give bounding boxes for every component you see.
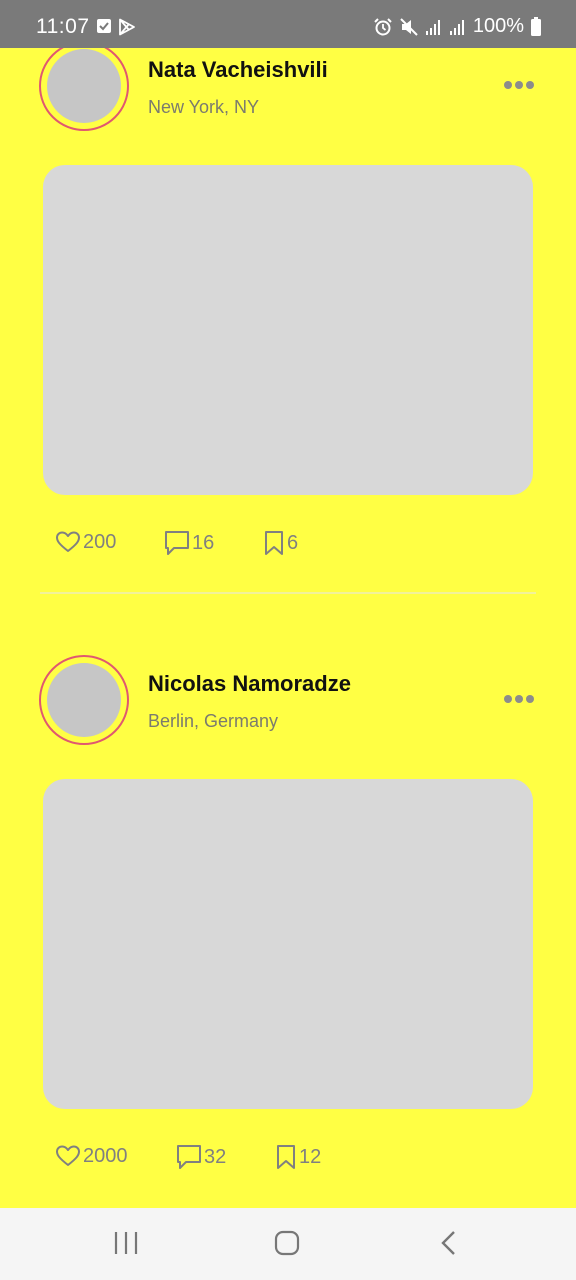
recent-apps-icon xyxy=(114,1232,138,1254)
bookmark-button[interactable]: 6 xyxy=(263,530,298,556)
author-location: New York, NY xyxy=(148,97,260,117)
like-count: 2000 xyxy=(83,1145,128,1167)
home-icon xyxy=(274,1230,300,1256)
signal-icon xyxy=(425,18,443,36)
author-location: Berlin, Germany xyxy=(148,711,279,731)
heart-icon xyxy=(55,1144,81,1168)
bookmark-icon xyxy=(275,1144,297,1170)
notification-icons xyxy=(96,18,136,36)
post-image[interactable] xyxy=(43,165,533,495)
author-name[interactable]: Nata Vacheishvili xyxy=(148,57,328,83)
signal-icon xyxy=(449,18,467,36)
comment-button[interactable]: 32 xyxy=(176,1144,226,1170)
like-button[interactable]: 200 xyxy=(55,530,116,554)
bookmark-count: 12 xyxy=(299,1146,322,1168)
status-time: 11:07 xyxy=(36,15,90,38)
post-divider xyxy=(40,592,536,594)
feed: Nata Vacheishvili New York, NY 200 16 6 … xyxy=(0,0,576,1280)
like-count: 200 xyxy=(83,531,117,553)
navigation-bar xyxy=(0,1208,576,1280)
bookmark-count: 6 xyxy=(287,532,299,554)
more-options-button[interactable] xyxy=(500,73,538,97)
play-store-icon xyxy=(118,18,136,36)
checkbox-icon xyxy=(96,18,112,36)
alarm-icon xyxy=(373,17,393,37)
battery-percent: 100% xyxy=(472,15,524,37)
more-horizontal-icon xyxy=(504,81,534,89)
avatar-image xyxy=(47,49,121,123)
comment-button[interactable]: 16 xyxy=(164,530,214,556)
bookmark-icon xyxy=(263,530,285,556)
avatar[interactable] xyxy=(39,655,129,745)
back-icon xyxy=(441,1231,455,1255)
mute-icon xyxy=(399,17,419,37)
comment-icon xyxy=(176,1144,202,1170)
back-button[interactable] xyxy=(438,1230,460,1261)
home-button[interactable] xyxy=(274,1230,300,1261)
comment-icon xyxy=(164,530,190,556)
bookmark-button[interactable]: 12 xyxy=(275,1144,321,1170)
system-icons: 100% xyxy=(373,15,542,38)
comment-count: 32 xyxy=(204,1146,227,1168)
more-options-button[interactable] xyxy=(500,687,538,711)
battery-icon xyxy=(530,16,542,37)
author-name[interactable]: Nicolas Namoradze xyxy=(148,671,351,697)
comment-count: 16 xyxy=(192,532,215,554)
status-bar: 11:07 100% xyxy=(0,0,576,48)
avatar[interactable] xyxy=(39,41,129,131)
like-button[interactable]: 2000 xyxy=(55,1144,128,1168)
avatar-image xyxy=(47,663,121,737)
post-image[interactable] xyxy=(43,779,533,1109)
more-horizontal-icon xyxy=(504,695,534,703)
recent-apps-button[interactable] xyxy=(112,1230,140,1261)
heart-icon xyxy=(55,530,81,554)
